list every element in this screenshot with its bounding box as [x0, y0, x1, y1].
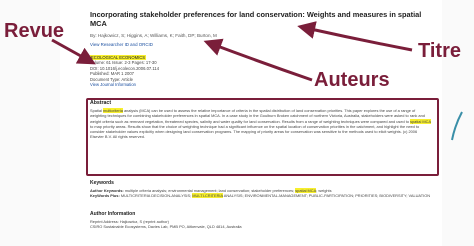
arrow-titre: [297, 21, 413, 52]
annotation-revue: Revue: [4, 20, 65, 42]
annotation-titre: Titre: [418, 40, 461, 62]
arrow-revue: [51, 38, 96, 65]
arrow-auteurs: [203, 38, 313, 82]
annotation-arrows: [51, 21, 463, 141]
arrow-abstract-hint: [451, 111, 463, 141]
annotation-auteurs: Auteurs: [314, 69, 390, 91]
